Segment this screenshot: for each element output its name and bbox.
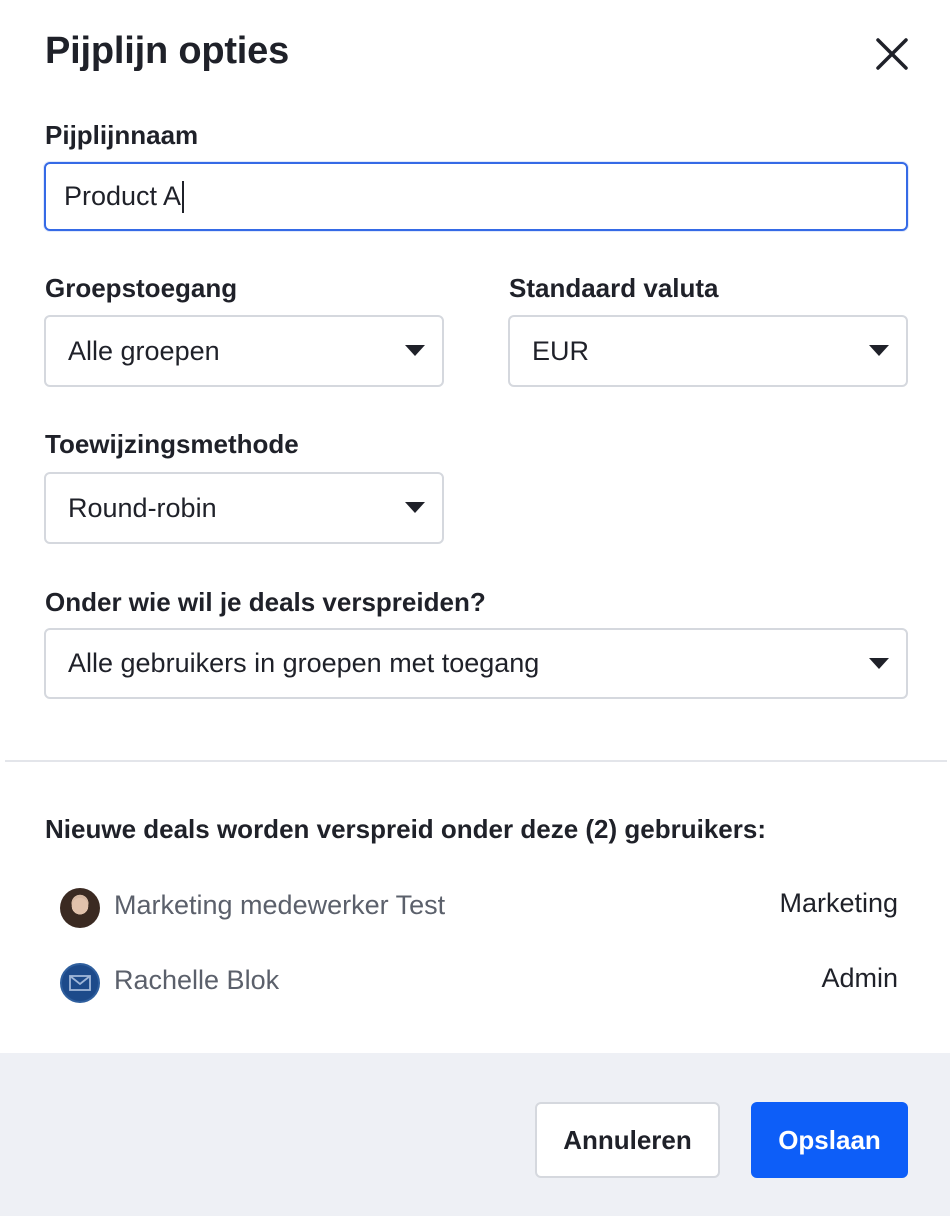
text-caret [182, 180, 185, 213]
pipeline-name-label: Pijplijnnaam [45, 120, 199, 150]
mail-avatar-icon [60, 963, 100, 1003]
dialog-footer: Annuleren Opslaan [0, 1053, 950, 1216]
default-currency-value: EUR [532, 335, 590, 366]
pipeline-name-value: Product A [64, 181, 182, 211]
dropdown-arrow-icon [869, 345, 889, 356]
close-button[interactable] [872, 34, 912, 74]
distribute-among-select[interactable]: Alle gebruikers in groepen met toegang [44, 628, 908, 699]
distribute-among-label: Onder wie wil je deals verspreiden? [45, 587, 486, 617]
assignment-method-select[interactable]: Round-robin [44, 472, 444, 544]
dropdown-arrow-icon [405, 345, 425, 356]
close-icon [876, 38, 908, 70]
pipeline-options-dialog: Pijplijn opties Pijplijnnaam Product A G… [0, 0, 950, 1216]
user-name: Marketing medewerker Test [114, 890, 446, 920]
pipeline-name-input[interactable]: Product A [44, 162, 908, 231]
dialog-title: Pijplijn opties [45, 30, 290, 72]
user-row: Rachelle Blok Admin [60, 963, 898, 1005]
user-role: Admin [821, 963, 898, 993]
group-access-label: Groepstoegang [45, 273, 238, 303]
assignment-method-value: Round-robin [68, 492, 217, 523]
dropdown-arrow-icon [869, 657, 889, 669]
section-divider [5, 760, 947, 762]
users-heading: Nieuwe deals worden verspreid onder deze… [45, 814, 766, 844]
cancel-button[interactable]: Annuleren [535, 1102, 720, 1178]
group-access-value: Alle groepen [68, 335, 220, 366]
group-access-select[interactable]: Alle groepen [44, 315, 444, 387]
default-currency-select[interactable]: EUR [508, 315, 908, 387]
default-currency-label: Standaard valuta [509, 273, 719, 303]
user-row: Marketing medewerker Test Marketing [60, 888, 898, 930]
user-role: Marketing [779, 888, 898, 918]
dropdown-arrow-icon [405, 502, 425, 513]
user-name: Rachelle Blok [114, 965, 280, 995]
user-avatar [60, 888, 100, 928]
assignment-method-label: Toewijzingsmethode [45, 429, 299, 459]
distribute-among-value: Alle gebruikers in groepen met toegang [68, 648, 540, 678]
save-button[interactable]: Opslaan [751, 1102, 908, 1178]
